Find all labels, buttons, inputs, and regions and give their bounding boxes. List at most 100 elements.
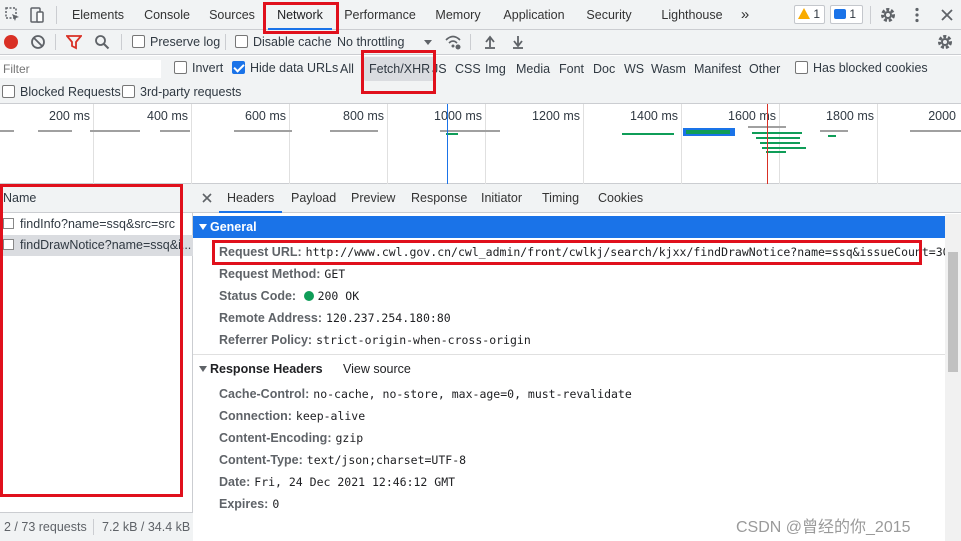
filter-media[interactable]: Media <box>516 62 550 76</box>
invert-checkbox[interactable] <box>174 61 187 74</box>
filter-input[interactable] <box>0 60 161 78</box>
header-value: gzip <box>335 431 364 445</box>
grid-line <box>485 104 486 184</box>
filter-doc[interactable]: Doc <box>593 62 615 76</box>
has-blocked-cookies-checkbox[interactable] <box>795 61 808 74</box>
messages-badge[interactable]: 1 <box>830 5 863 24</box>
status-code-row: Status Code: 200 OK <box>219 285 359 307</box>
request-bar <box>910 130 961 132</box>
tab-cookies[interactable]: Cookies <box>598 184 643 213</box>
tab-payload[interactable]: Payload <box>291 184 336 213</box>
request-method-row: Request Method: GET <box>219 263 345 285</box>
transfer-size: 7.2 kB / 34.4 kB t <box>102 520 192 534</box>
tick-label: 800 ms <box>343 109 384 123</box>
import-har-icon[interactable] <box>482 34 498 50</box>
tab-memory[interactable]: Memory <box>430 0 486 30</box>
network-settings-gear-icon[interactable] <box>936 33 954 51</box>
filter-other[interactable]: Other <box>749 62 780 76</box>
device-toolbar-icon[interactable] <box>28 6 46 24</box>
request-bar <box>756 137 800 139</box>
warning-icon <box>798 8 810 19</box>
filter-funnel-icon[interactable] <box>65 34 83 50</box>
general-title: General <box>210 220 257 234</box>
general-section-header[interactable]: General <box>193 216 945 238</box>
grid-line <box>387 104 388 184</box>
tab-response[interactable]: Response <box>411 184 467 213</box>
watermark: CSDN @曾经的你_2015 <box>736 519 911 536</box>
third-party-requests-checkbox[interactable] <box>122 85 135 98</box>
tab-performance[interactable]: Performance <box>342 0 418 30</box>
triangle-down-icon <box>199 366 207 372</box>
search-icon[interactable] <box>94 34 110 50</box>
preserve-log-checkbox[interactable] <box>132 35 145 48</box>
disable-cache-checkbox[interactable] <box>235 35 248 48</box>
tick-label: 1400 ms <box>630 109 678 123</box>
network-overview-timeline[interactable]: 200 ms 400 ms 600 ms 800 ms 1000 ms 1200… <box>0 104 961 184</box>
filter-img[interactable]: Img <box>485 62 506 76</box>
filter-all[interactable]: All <box>340 62 354 76</box>
annotation-fetch-xhr <box>361 50 436 94</box>
kebab-menu-icon[interactable] <box>908 6 926 24</box>
triangle-down-icon <box>199 224 207 230</box>
tab-preview[interactable]: Preview <box>351 184 395 213</box>
header-value: keep-alive <box>295 409 366 423</box>
header-key: Content-Encoding: <box>219 431 332 445</box>
filter-css[interactable]: CSS <box>455 62 481 76</box>
scrollbar[interactable] <box>945 214 961 541</box>
tab-lighthouse[interactable]: Lighthouse <box>658 0 726 30</box>
tab-headers[interactable]: Headers <box>219 184 283 213</box>
tab-elements[interactable]: Elements <box>68 0 128 30</box>
network-conditions-icon[interactable] <box>444 33 462 51</box>
gear-icon[interactable] <box>879 6 897 24</box>
tab-sources[interactable]: Sources <box>206 0 258 30</box>
disable-cache-label: Disable cache <box>253 35 332 49</box>
hide-data-urls-label: Hide data URLs <box>250 61 339 75</box>
header-key: Request Method: <box>219 267 321 281</box>
warnings-badge[interactable]: 1 <box>794 5 825 24</box>
tab-security[interactable]: Security <box>582 0 636 30</box>
export-har-icon[interactable] <box>510 34 526 50</box>
close-icon[interactable] <box>938 6 956 24</box>
clear-icon[interactable] <box>30 34 46 50</box>
filter-ws[interactable]: WS <box>624 62 644 76</box>
divider <box>55 34 56 50</box>
inspect-element-icon[interactable] <box>4 6 22 24</box>
scrollbar-thumb[interactable] <box>948 252 958 372</box>
annotation-request-url <box>212 240 922 265</box>
close-details-icon[interactable] <box>201 192 213 204</box>
grid-line <box>681 104 682 184</box>
divider <box>121 34 122 50</box>
filter-font[interactable]: Font <box>559 62 584 76</box>
request-bar <box>686 130 730 134</box>
more-tabs-button[interactable]: » <box>736 0 754 30</box>
view-source-link[interactable]: View source <box>343 358 411 380</box>
blocked-requests-checkbox[interactable] <box>2 85 15 98</box>
request-bar <box>622 133 674 135</box>
grid-line <box>93 104 94 184</box>
message-icon <box>834 9 846 19</box>
header-key: Status Code: <box>219 289 297 303</box>
tab-timing[interactable]: Timing <box>542 184 579 213</box>
throttling-select[interactable]: No throttling <box>337 35 404 49</box>
remote-address-row: Remote Address: 120.237.254.180:80 <box>219 307 451 329</box>
filter-manifest[interactable]: Manifest <box>694 62 741 76</box>
divider <box>870 6 871 24</box>
header-key: Remote Address: <box>219 311 323 325</box>
third-party-requests-label: 3rd-party requests <box>140 85 242 99</box>
response-headers-section-header[interactable]: Response Headers View source <box>193 358 945 380</box>
hide-data-urls-checkbox[interactable] <box>232 61 245 74</box>
invert-label: Invert <box>192 61 224 75</box>
tab-initiator[interactable]: Initiator <box>481 184 522 213</box>
request-bar <box>90 130 140 132</box>
header-key: Content-Type: <box>219 453 303 467</box>
request-bar <box>440 130 500 132</box>
divider <box>193 354 945 355</box>
filter-wasm[interactable]: Wasm <box>651 62 686 76</box>
record-icon[interactable] <box>4 35 18 49</box>
annotation-network-tab <box>263 2 339 34</box>
preserve-log-label: Preserve log <box>150 35 221 49</box>
tab-application[interactable]: Application <box>498 0 570 30</box>
tab-console[interactable]: Console <box>138 0 196 30</box>
date-row: Date: Fri, 24 Dec 2021 12:46:12 GMT <box>219 471 455 493</box>
load-event-marker <box>767 104 768 184</box>
